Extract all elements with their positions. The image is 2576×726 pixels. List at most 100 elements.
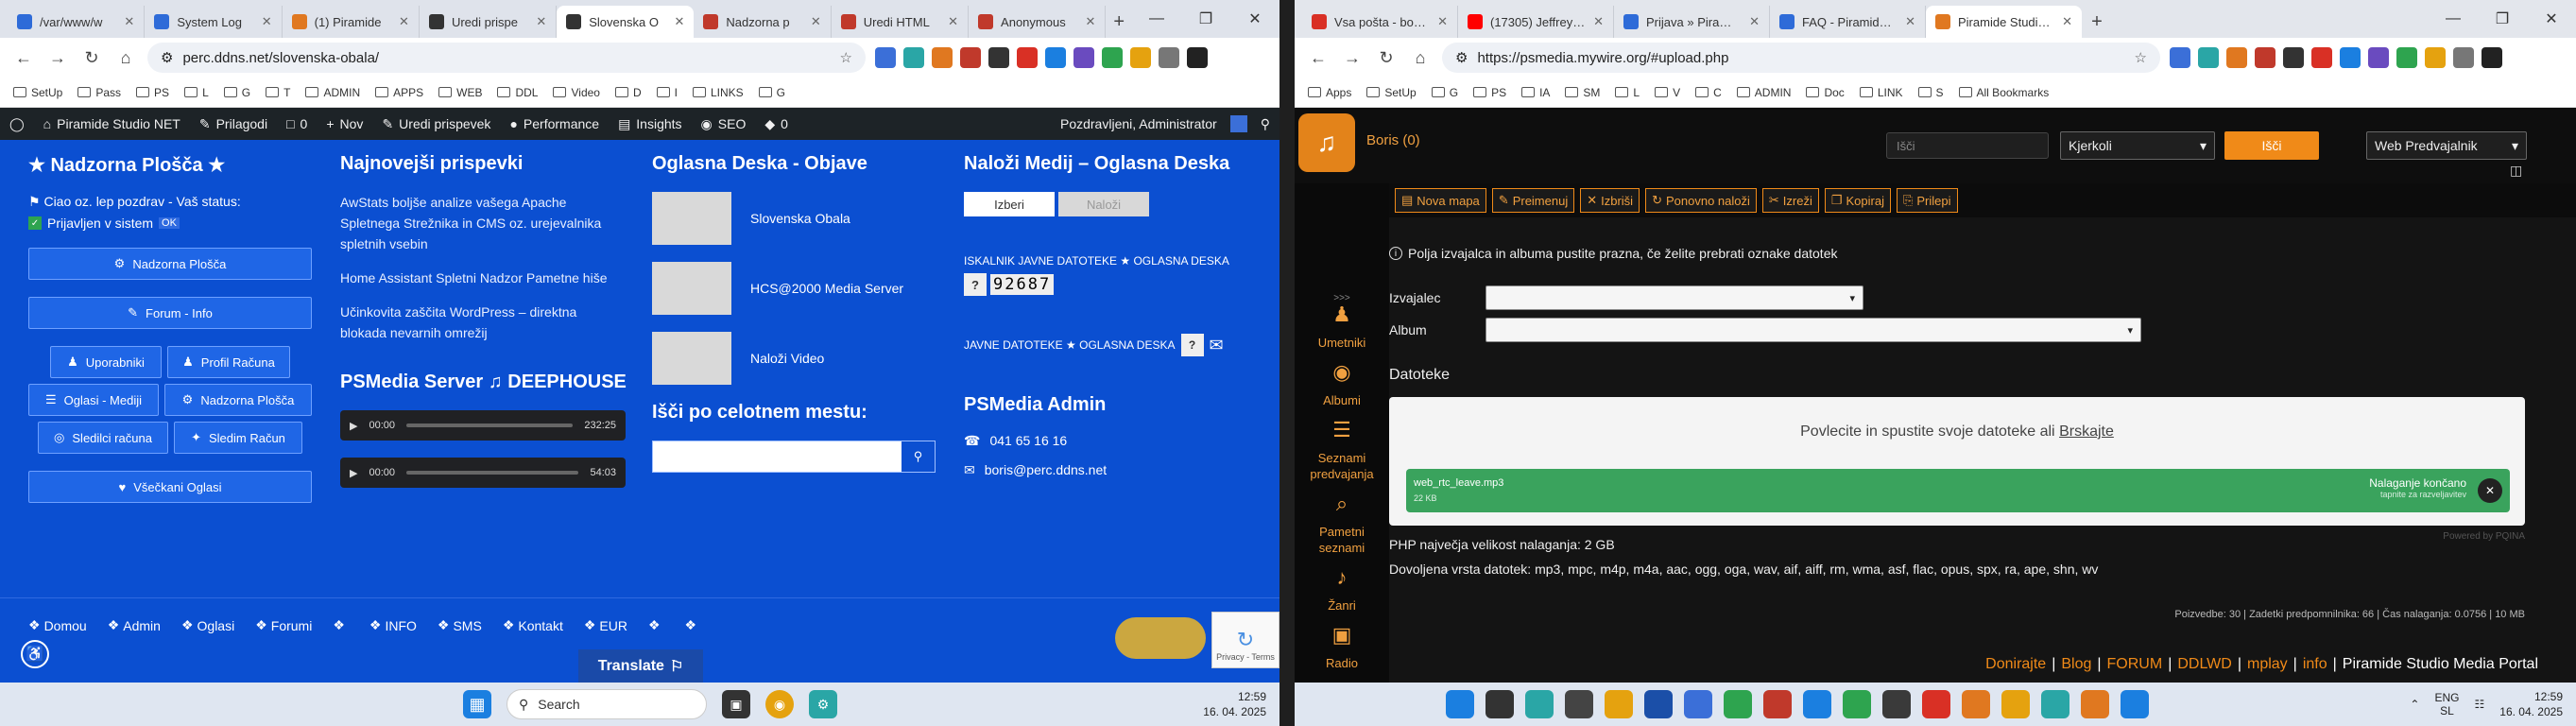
extension-icon[interactable]: [1187, 47, 1208, 68]
bookmark-item[interactable]: LINKS: [692, 86, 744, 99]
extension-icon[interactable]: [1017, 47, 1038, 68]
player-select[interactable]: Web Predvajalnik ▾: [2366, 131, 2527, 160]
tab-4[interactable]: Slovenska O ✕: [557, 6, 695, 38]
bookmark-item[interactable]: Doc: [1806, 86, 1845, 99]
powered-by[interactable]: Powered by PQINA: [2443, 531, 2525, 542]
taskbar-app-icon[interactable]: [1565, 690, 1593, 718]
dashboard-button-2[interactable]: ⚙ Nadzorna Plošča: [164, 384, 312, 416]
bookmark-item[interactable]: ADMIN: [1736, 86, 1791, 99]
bookmark-item[interactable]: ADMIN: [305, 86, 360, 99]
audio-player-1[interactable]: ▶ 00:00 54:03: [340, 458, 626, 488]
taskbar-app-icon[interactable]: [1644, 690, 1673, 718]
translate-button[interactable]: Translate ⚐: [578, 649, 703, 683]
extension-icon[interactable]: [2368, 47, 2389, 68]
file-dropzone[interactable]: Povlecite in spustite svoje datoteke ali…: [1389, 397, 2525, 526]
taskbar-clock[interactable]: 12:59 16. 04. 2025: [2499, 689, 2563, 719]
headphones-logo-icon[interactable]: ♫: [1298, 113, 1355, 172]
sidenav-item-5[interactable]: ▣ Radio: [1304, 625, 1380, 671]
footer-link[interactable]: Blog: [2061, 656, 2091, 672]
extension-icon[interactable]: [960, 47, 981, 68]
footer-link[interactable]: ❖ Domou: [28, 617, 87, 633]
new-tab-icon[interactable]: +: [1106, 6, 1132, 38]
bookmark-item[interactable]: All Bookmarks: [1958, 86, 2049, 99]
tab-4[interactable]: Piramide Studio NET :: Medi ✕: [1926, 6, 2082, 38]
taskbar-app-icon[interactable]: [1724, 690, 1752, 718]
following-button[interactable]: ✦ Sledim Račun: [174, 422, 302, 454]
expand-icon[interactable]: >>>: [1333, 293, 1350, 303]
taskbar-app-icon[interactable]: [1962, 690, 1990, 718]
admin-comments[interactable]: □ 0: [286, 116, 307, 131]
close-tab-icon[interactable]: ✕: [536, 14, 546, 29]
extension-icon[interactable]: [1073, 47, 1094, 68]
bookmark-item[interactable]: LINK: [1859, 86, 1903, 99]
footer-link[interactable]: ❖ EUR: [584, 617, 627, 633]
tab-0[interactable]: Vsa pošta - boris.perc@gm ✕: [1302, 6, 1458, 38]
ads-media-button[interactable]: ☰ Oglasi - Mediji: [28, 384, 159, 416]
home-icon[interactable]: ⌂: [1408, 48, 1433, 68]
site-info-icon[interactable]: ⚙: [1455, 49, 1468, 66]
admin-greeting[interactable]: Pozdravljeni, Administrator: [1060, 116, 1217, 131]
tab-5[interactable]: Nadzorna p ✕: [694, 6, 832, 38]
maximize-icon[interactable]: ❐: [2478, 9, 2527, 28]
extension-icon[interactable]: [2311, 47, 2332, 68]
footer-link[interactable]: mplay: [2247, 656, 2288, 672]
extension-icon[interactable]: [1159, 47, 1179, 68]
bookmark-item[interactable]: PS: [1473, 86, 1506, 99]
site-info-icon[interactable]: ⚙: [161, 49, 173, 66]
sidenav-item-3[interactable]: ⌕ Pametni seznami: [1304, 493, 1380, 556]
extension-icon[interactable]: [1102, 47, 1123, 68]
bookmark-item[interactable]: G: [223, 86, 250, 99]
avatar[interactable]: [1229, 115, 1247, 132]
footer-link[interactable]: ❖ Forumi: [255, 617, 312, 633]
forum-info-button[interactable]: ✎ Forum - Info: [28, 297, 312, 329]
bookmark-star-icon[interactable]: ☆: [840, 49, 852, 66]
close-tab-icon[interactable]: ✕: [124, 14, 134, 29]
recaptcha-badge[interactable]: ↻ Privacy - Terms: [1211, 612, 1279, 668]
close-tab-icon[interactable]: ✕: [1593, 14, 1604, 29]
back-icon[interactable]: ←: [1306, 48, 1331, 68]
footer-link[interactable]: ❖: [648, 617, 664, 633]
extension-icon[interactable]: [2170, 47, 2190, 68]
users-button[interactable]: ♟ Uporabniki: [50, 346, 162, 378]
search-icon[interactable]: ⚲: [901, 441, 935, 472]
sidenav-item-2[interactable]: ☰ Seznami predvajanja: [1304, 420, 1380, 482]
sidenav-item-4[interactable]: ♪ Žanri: [1304, 567, 1380, 614]
extension-icon[interactable]: [2396, 47, 2417, 68]
followers-button[interactable]: ◎ Sledilci računa: [38, 422, 168, 454]
email[interactable]: boris@perc.ddns.net: [985, 462, 1107, 478]
taskbar-app-icon[interactable]: [2121, 690, 2149, 718]
action-button-6[interactable]: ⎘ Prilepi: [1896, 188, 1958, 213]
tab-6[interactable]: Uredi HTML ✕: [832, 6, 970, 38]
reload-icon[interactable]: ↻: [79, 48, 104, 68]
app-icon[interactable]: ⚙: [809, 690, 837, 718]
taskbar-app-icon[interactable]: [1763, 690, 1792, 718]
admin-new[interactable]: + Nov: [326, 116, 363, 131]
minimize-icon[interactable]: —: [1132, 10, 1181, 27]
tab-2[interactable]: Prijava » Piramide Studio N ✕: [1614, 6, 1770, 38]
close-tab-icon[interactable]: ✕: [2062, 14, 2072, 29]
dashboard-button[interactable]: ⚙ Nadzorna Plošča: [28, 248, 312, 280]
liked-ads-button[interactable]: ♥ Všečkani Oglasi: [28, 471, 312, 503]
close-tab-icon[interactable]: ✕: [1437, 14, 1448, 29]
extension-icon[interactable]: [988, 47, 1009, 68]
notice-item-0[interactable]: Slovenska Obala: [652, 192, 945, 245]
bookmark-item[interactable]: I: [656, 86, 678, 99]
bookmark-item[interactable]: Apps: [1308, 86, 1351, 99]
audio-progress[interactable]: [406, 424, 574, 427]
admin-performance[interactable]: ● Performance: [509, 116, 599, 131]
close-tab-icon[interactable]: ✕: [1749, 14, 1760, 29]
extension-icon[interactable]: [2226, 47, 2247, 68]
bookmark-item[interactable]: WEB: [438, 86, 482, 99]
extension-icon[interactable]: [903, 47, 924, 68]
post-link-2[interactable]: Učinkovita zaščita WordPress – direktna …: [340, 302, 626, 343]
taskbar-app-icon[interactable]: [1525, 690, 1554, 718]
bookmark-item[interactable]: L: [1615, 86, 1640, 99]
home-icon[interactable]: ⌂: [113, 48, 138, 68]
tab-2[interactable]: (1) Piramide ✕: [283, 6, 420, 38]
language-indicator[interactable]: ENG SL: [2434, 691, 2459, 717]
back-icon[interactable]: ←: [11, 48, 36, 68]
portal-name[interactable]: Piramide Studio Media Portal: [2343, 656, 2538, 672]
footer-link[interactable]: DDLWD: [2177, 656, 2231, 672]
category-select[interactable]: Kjerkoli ▾: [2060, 131, 2215, 160]
extension-icon[interactable]: [932, 47, 953, 68]
